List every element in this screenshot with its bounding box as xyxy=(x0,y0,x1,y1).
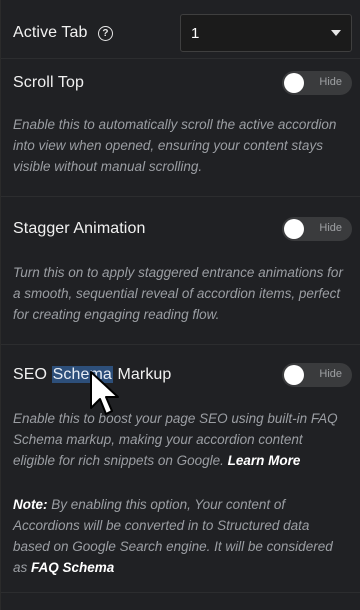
stagger-animation-label: Stagger Animation xyxy=(13,220,146,237)
active-tab-row: Active Tab ? 1 xyxy=(13,14,352,52)
active-tab-selected-value: 1 xyxy=(191,24,200,42)
stagger-animation-row: Stagger Animation Hide xyxy=(13,216,352,242)
chevron-down-icon xyxy=(331,30,341,36)
divider xyxy=(1,344,360,345)
active-tab-label-group: Active Tab ? xyxy=(13,24,113,42)
scroll-top-description: Enable this to automatically scroll the … xyxy=(13,117,337,174)
seo-schema-toggle[interactable]: Hide xyxy=(282,363,352,387)
note-label: Note: xyxy=(13,497,48,512)
seo-schema-label-start: SEO xyxy=(13,366,52,383)
toggle-knob xyxy=(284,219,304,239)
seo-schema-row: SEO Schema Markup Hide xyxy=(13,362,352,388)
stagger-animation-description: Turn this on to apply staggered entrance… xyxy=(13,265,343,322)
settings-panel: Active Tab ? 1 Scroll Top Hide Enable th… xyxy=(0,0,360,610)
help-circle-icon[interactable]: ? xyxy=(97,26,113,41)
toggle-knob xyxy=(284,73,304,93)
active-tab-label: Active Tab xyxy=(13,24,88,41)
toggle-knob xyxy=(284,365,304,385)
scroll-top-row: Scroll Top Hide xyxy=(13,70,352,96)
scroll-top-toggle[interactable]: Hide xyxy=(282,71,352,95)
mouse-pointer-icon xyxy=(90,371,119,415)
active-tab-select[interactable]: 1 xyxy=(180,14,352,52)
faq-schema-link[interactable]: FAQ Schema xyxy=(31,560,114,575)
toggle-state-text: Hide xyxy=(319,222,342,234)
stagger-animation-toggle[interactable]: Hide xyxy=(282,217,352,241)
seo-schema-note: Note: By enabling this option, Your cont… xyxy=(13,494,344,578)
divider xyxy=(1,58,360,59)
learn-more-link[interactable]: Learn More xyxy=(228,453,301,468)
toggle-state-text: Hide xyxy=(319,76,342,88)
divider xyxy=(1,196,360,197)
scroll-top-label: Scroll Top xyxy=(13,74,84,91)
divider xyxy=(1,592,360,593)
seo-schema-description: Enable this to boost your page SEO using… xyxy=(13,408,344,471)
toggle-state-text: Hide xyxy=(319,368,342,380)
